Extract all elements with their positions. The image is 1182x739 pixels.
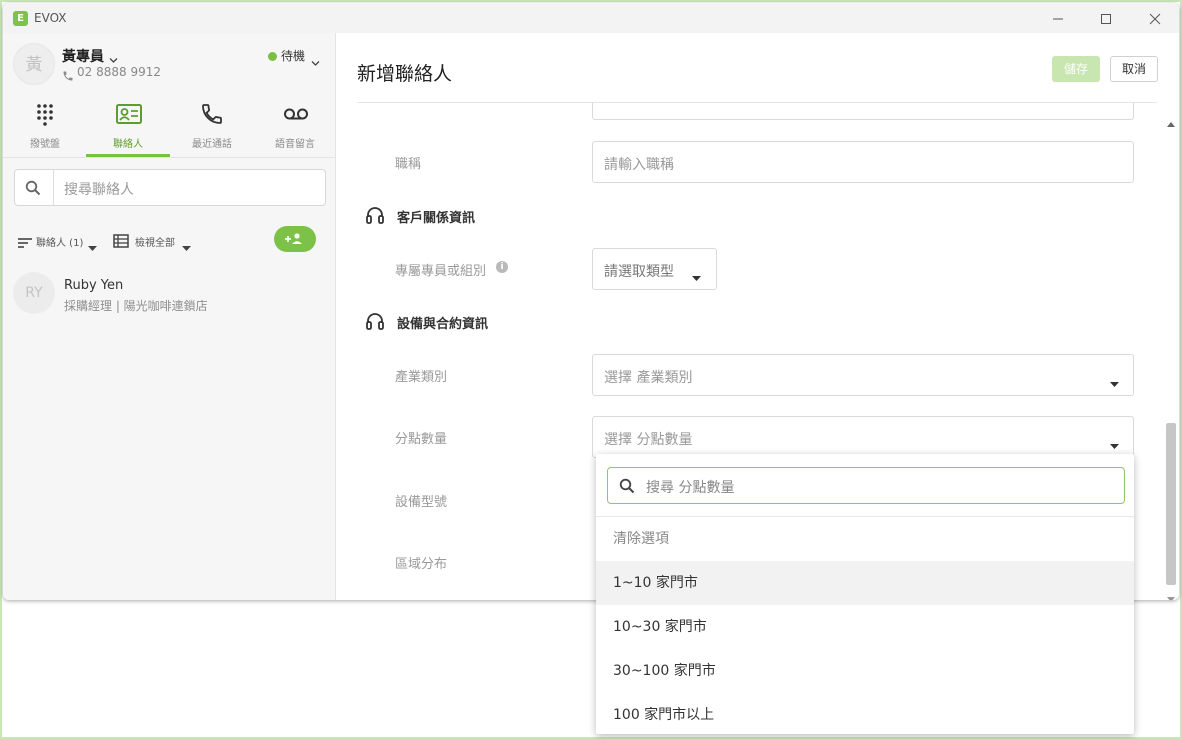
add-user-icon — [285, 233, 302, 244]
caret-down-icon — [1110, 435, 1119, 454]
tab-contacts[interactable]: 聯絡人 — [86, 99, 170, 157]
add-contact-button[interactable] — [274, 226, 316, 252]
section-title-equipment: 設備與合約資訊 — [397, 317, 489, 332]
tab-dialpad[interactable]: 撥號盤 — [3, 99, 87, 157]
caret-down-icon[interactable] — [88, 237, 97, 256]
contact-card-icon — [116, 102, 142, 126]
dropdown-search-placeholder: 搜尋 分點數量 — [646, 480, 735, 496]
user-name[interactable]: 黃專員 — [62, 46, 104, 66]
contact-search-input[interactable]: 搜尋聯絡人 — [14, 169, 326, 206]
app-logo-icon: E — [13, 11, 28, 26]
branches-select[interactable]: 選擇 分點數量 — [592, 416, 1134, 458]
divider — [53, 170, 54, 205]
cancel-button[interactable]: 取消 — [1110, 56, 1158, 82]
industry-label: 產業類別 — [395, 370, 448, 385]
user-avatar[interactable]: 黃 — [13, 43, 55, 85]
industry-placeholder: 選擇 產業類別 — [604, 370, 693, 386]
previous-field-input[interactable] — [592, 103, 1134, 120]
dropdown-search-input[interactable]: 搜尋 分點數量 — [607, 467, 1125, 504]
branches-dropdown-menu: 搜尋 分點數量 清除選項 1~10 家門市 10~30 家門市 30~100 家… — [596, 454, 1134, 734]
app-title: EVOX — [34, 11, 67, 25]
region-label: 區域分布 — [395, 557, 448, 572]
job-title-input[interactable]: 請輸入職稱 — [592, 141, 1134, 183]
search-icon — [619, 478, 635, 498]
tab-voicemail[interactable]: 語音留言 — [253, 99, 337, 157]
user-phone: 02 8888 9912 — [77, 65, 161, 79]
clear-selection-option[interactable]: 清除選項 — [596, 517, 1134, 561]
divider — [3, 157, 336, 158]
owner-select[interactable]: 請選取類型 — [592, 248, 717, 290]
minimize-button[interactable] — [1047, 8, 1069, 30]
table-view-icon[interactable] — [113, 233, 129, 252]
caret-down-icon — [692, 267, 701, 286]
headset-icon — [365, 205, 385, 229]
info-icon[interactable]: i — [496, 261, 508, 273]
tab-label: 最近通話 — [192, 139, 232, 150]
tab-label: 聯絡人 — [113, 139, 143, 150]
job-title-label: 職稱 — [395, 157, 422, 172]
caret-down-icon[interactable] — [182, 237, 191, 256]
scroll-up-arrow-icon[interactable] — [1167, 113, 1175, 132]
phone-icon — [200, 102, 224, 126]
search-placeholder: 搜尋聯絡人 — [64, 182, 134, 198]
status-indicator — [268, 52, 277, 61]
dropdown-option[interactable]: 100 家門市以上 — [596, 693, 1134, 737]
dialpad-icon — [33, 102, 57, 126]
sidebar: 黃 黃專員 02 8888 9912 待機 撥號盤 聯絡人 最近通話 語音留言 … — [3, 33, 336, 600]
phone-icon — [62, 67, 74, 86]
section-title-crm: 客戶關係資訊 — [397, 211, 476, 226]
contact-subtitle[interactable]: 採購經理 | 陽光咖啡連鎖店 — [64, 297, 208, 314]
tab-label: 撥號盤 — [30, 139, 60, 150]
contact-filter-dropdown[interactable]: 聯絡人 (1) — [36, 234, 83, 249]
owner-label: 專屬專員或組別 — [395, 264, 487, 279]
model-label: 設備型號 — [395, 495, 448, 510]
scroll-down-arrow-icon[interactable] — [1167, 588, 1175, 600]
tab-label: 語音留言 — [275, 139, 315, 150]
caret-down-icon — [1110, 373, 1119, 392]
job-title-placeholder: 請輸入職稱 — [604, 157, 674, 173]
industry-select[interactable]: 選擇 產業類別 — [592, 354, 1134, 396]
scrollbar-thumb[interactable] — [1166, 423, 1176, 585]
status-label[interactable]: 待機 — [281, 47, 305, 64]
branches-label: 分點數量 — [395, 432, 448, 447]
maximize-button[interactable] — [1095, 8, 1117, 30]
close-window-button[interactable] — [1144, 8, 1166, 30]
voicemail-icon — [283, 102, 308, 126]
chevron-down-icon[interactable] — [311, 52, 320, 71]
owner-placeholder: 請選取類型 — [604, 264, 674, 280]
save-button[interactable]: 儲存 — [1052, 56, 1100, 82]
search-icon — [25, 180, 41, 200]
view-filter-dropdown[interactable]: 檢視全部 — [135, 234, 175, 249]
sort-icon[interactable] — [17, 234, 33, 253]
branches-placeholder: 選擇 分點數量 — [604, 432, 693, 448]
dropdown-option[interactable]: 1~10 家門市 — [596, 561, 1134, 605]
contact-avatar[interactable]: RY — [13, 272, 55, 314]
title-bar: E EVOX — [3, 3, 1179, 33]
dropdown-option[interactable]: 10~30 家門市 — [596, 605, 1134, 649]
headset-icon — [365, 311, 385, 335]
contact-name[interactable]: Ruby Yen — [64, 278, 123, 293]
dropdown-option[interactable]: 30~100 家門市 — [596, 649, 1134, 693]
page-title: 新增聯絡人 — [357, 63, 453, 85]
tab-recent-calls[interactable]: 最近通話 — [170, 99, 254, 157]
